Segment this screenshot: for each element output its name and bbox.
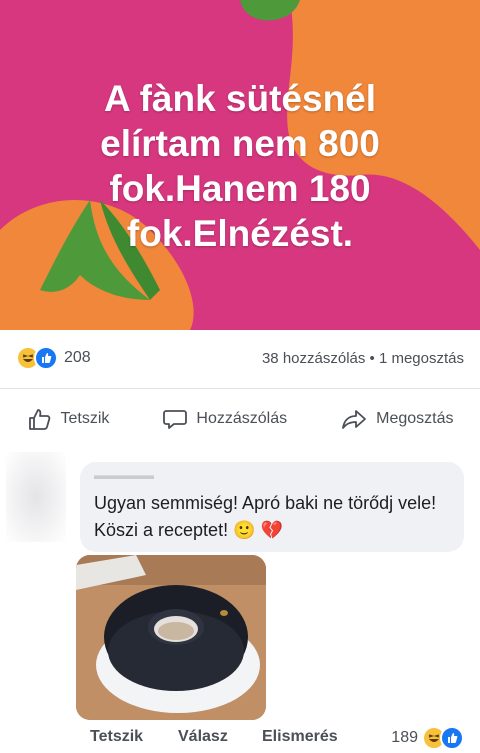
- reaction-summary[interactable]: 208: [16, 346, 91, 370]
- like-button[interactable]: Tetszik: [27, 407, 110, 431]
- share-button[interactable]: Megosztás: [340, 407, 453, 431]
- comment-like-button[interactable]: Tetszik: [90, 728, 143, 746]
- reaction-count: 208: [64, 349, 91, 366]
- share-arrow-icon: [342, 410, 367, 429]
- post-image[interactable]: A fànk sütésnél elírtam nem 800 fok.Hane…: [0, 0, 480, 330]
- thumbs-up-icon: [28, 409, 50, 430]
- post-image-text: A fànk sütésnél elírtam nem 800 fok.Hane…: [100, 78, 380, 254]
- commenter-avatar[interactable]: [6, 452, 66, 542]
- comment-button[interactable]: Hozzászólás: [162, 407, 287, 431]
- like-button-label: Tetszik: [60, 410, 110, 427]
- share-button-label: Megosztás: [376, 410, 454, 427]
- comment-reactions[interactable]: 189: [391, 726, 464, 750]
- post-actions: Tetszik Hozzászólás Megosztás: [0, 389, 480, 449]
- comment-footer: Tetszik Válasz Elismerés 189: [90, 726, 470, 750]
- comment-button-label: Hozzászólás: [196, 410, 288, 427]
- comment-bubble-icon: [163, 410, 188, 429]
- comment-bubble[interactable]: ▬▬▬▬▬ Ugyan semmiség! Apró baki ne törőd…: [80, 462, 464, 552]
- comment-reaction-count: 189: [391, 729, 418, 746]
- comment-text: Ugyan semmiség! Apró baki ne törődj vele…: [94, 493, 437, 540]
- like-icon: [440, 726, 464, 750]
- like-icon: [34, 346, 58, 370]
- burnt-cake-photo: [76, 555, 266, 720]
- comment-photo[interactable]: [76, 555, 266, 720]
- comments-shares-count[interactable]: 38 hozzászólás • 1 megosztás: [262, 350, 464, 367]
- commenter-name[interactable]: ▬▬▬▬▬: [94, 468, 154, 482]
- post-stats: 208 38 hozzászólás • 1 megosztás: [0, 330, 480, 389]
- comment-reply-button[interactable]: Válasz: [178, 728, 228, 746]
- comment-acknowledge-button[interactable]: Elismerés: [262, 728, 338, 746]
